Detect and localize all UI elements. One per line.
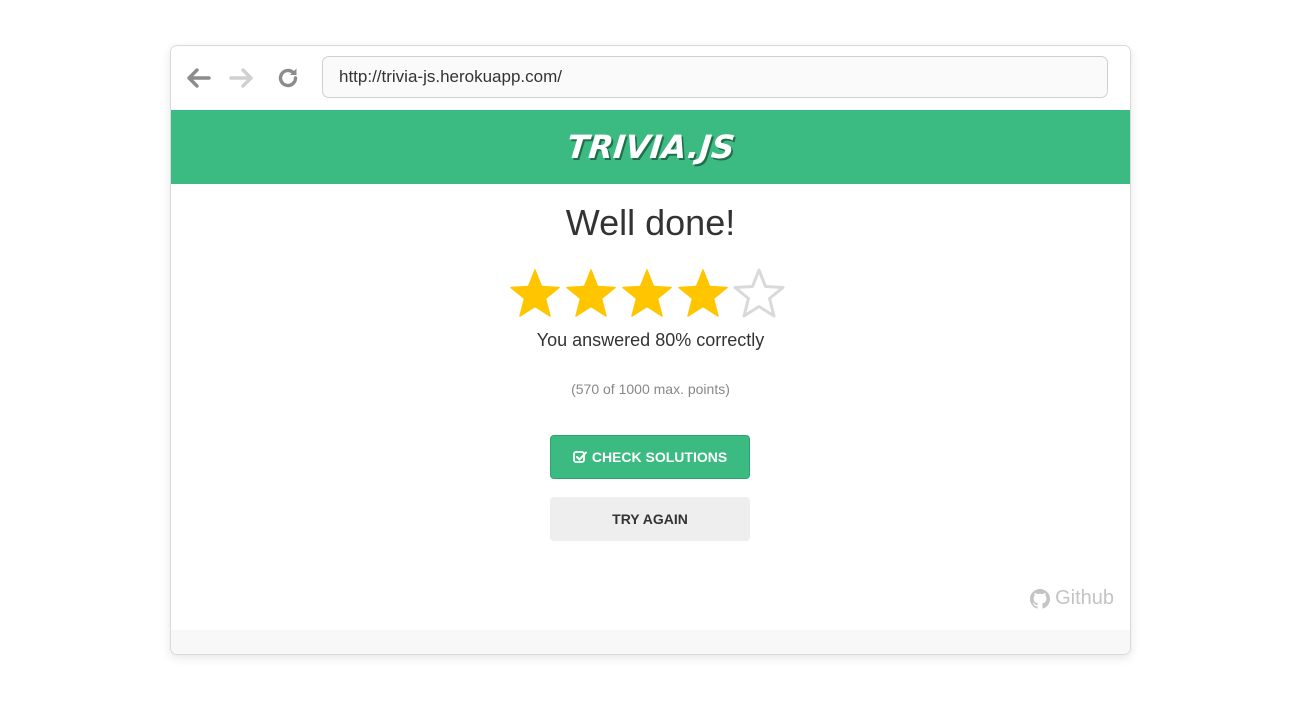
arrow-left-icon <box>187 68 211 88</box>
star-empty-icon <box>733 268 785 318</box>
app-logo: TRIVIA.JS <box>564 128 737 166</box>
try-again-button[interactable]: TRY AGAIN <box>550 497 750 541</box>
check-solutions-label: CHECK SOLUTIONS <box>591 449 728 465</box>
address-url: http://trivia-js.herokuapp.com/ <box>339 67 562 86</box>
star-filled-icon <box>566 269 616 317</box>
address-bar[interactable]: http://trivia-js.herokuapp.com/ <box>322 56 1108 98</box>
browser-toolbar: http://trivia-js.herokuapp.com/ <box>171 46 1130 110</box>
app-header: TRIVIA.JS <box>171 110 1130 184</box>
reload-icon <box>278 68 298 88</box>
forward-button[interactable] <box>227 65 255 91</box>
browser-window: http://trivia-js.herokuapp.com/ TRIVIA.J… <box>170 45 1131 655</box>
result-summary: You answered 80% correctly <box>536 330 765 350</box>
star-rating <box>509 268 789 322</box>
result-title: Well done! <box>565 202 736 243</box>
star-filled-icon <box>622 269 672 317</box>
github-link[interactable]: Github <box>1030 587 1114 610</box>
check-solutions-button[interactable]: CHECK SOLUTIONS <box>550 435 750 479</box>
github-label: Github <box>1055 587 1114 609</box>
try-again-label: TRY AGAIN <box>612 511 688 527</box>
footer-strip <box>171 630 1130 654</box>
result-content: Well done! You answered 80% correctly (5… <box>171 184 1130 630</box>
check-square-icon <box>572 450 587 464</box>
arrow-right-icon <box>229 68 253 88</box>
star-filled-icon <box>678 269 728 317</box>
points-summary: (570 of 1000 max. points) <box>571 381 730 397</box>
github-icon <box>1030 588 1051 609</box>
back-button[interactable] <box>185 65 213 91</box>
reload-button[interactable] <box>274 65 302 91</box>
star-filled-icon <box>510 269 560 317</box>
